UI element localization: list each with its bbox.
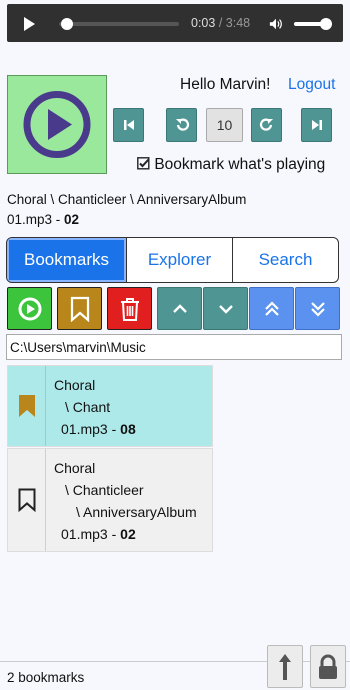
tab-bar: Bookmarks Explorer Search [6,237,339,283]
time-display: 0:03 / 3:48 [191,16,250,30]
play-circle-icon [18,297,41,320]
next-track-button[interactable] [301,108,332,142]
skip-seconds-value: 10 [216,117,233,133]
lock-icon [319,654,337,679]
logout-link[interactable]: Logout [288,76,335,94]
delete-bookmark-button[interactable] [107,287,152,330]
chevron-down-icon [218,304,233,314]
add-bookmark-button[interactable] [57,287,102,330]
bookmark-file: 01.mp3 [61,526,108,542]
bookmark-line: Choral [54,377,96,393]
now-playing-path: Choral \ Chanticleer \ AnniversaryAlbum … [7,190,343,230]
bookmark-line: \ Chanticleer [65,482,144,498]
play-bookmark-button[interactable] [7,287,52,330]
seek-handle[interactable] [60,18,73,30]
bookmark-count: 2 bookmarks [7,670,85,685]
bookmark-item[interactable]: Choral \ Chanticleer \ AnniversaryAlbum … [7,448,213,552]
scroll-top-button[interactable] [267,645,303,688]
bookmark-playing-checkbox[interactable]: Bookmark what's playing [137,156,325,174]
move-top-button[interactable] [249,287,294,330]
now-playing-folder: Choral \ Chanticleer \ AnniversaryAlbum [7,192,247,207]
rotate-right-icon [259,118,273,131]
duration: 3:48 [225,16,251,30]
big-play-button[interactable] [7,75,107,174]
move-bottom-button[interactable] [295,287,340,330]
rewind-button[interactable] [166,108,197,142]
bookmark-dash: - [107,526,121,542]
now-playing-track: 02 [64,212,80,227]
bookmark-track: 02 [120,526,136,542]
volume-icon[interactable] [269,17,283,31]
bookmark-playing-label: Bookmark what's playing [154,156,326,173]
trash-icon [120,297,139,321]
seek-bar[interactable] [59,22,179,26]
chevron-up-icon [172,303,187,313]
rotate-left-icon [175,118,189,131]
double-chevron-down-icon [310,301,325,317]
volume-handle[interactable] [320,18,333,30]
greeting-text: Hello Marvin! [180,76,271,93]
bookmark-track: 08 [120,421,136,437]
bookmark-outline-icon [18,488,35,512]
bookmark-icon-cell [8,449,46,551]
bookmark-dash: - [107,421,121,437]
bookmark-icon-cell [8,366,46,446]
now-playing-file: 01.mp3 [7,212,53,227]
previous-track-button[interactable] [113,108,144,142]
bookmark-line: \ Chant [65,399,111,415]
move-up-button[interactable] [157,287,202,330]
current-time: 0:03 [191,16,216,30]
checkbox-checked-icon [137,157,150,170]
lock-button[interactable] [310,645,346,688]
bookmark-line: \ AnniversaryAlbum [76,504,197,520]
bookmark-text: Choral \ Chanticleer \ AnniversaryAlbum … [46,449,197,551]
skip-seconds-field[interactable]: 10 [206,108,243,142]
skip-previous-icon [123,120,134,130]
play-icon[interactable] [24,17,35,31]
bookmark-line: Choral [54,460,96,476]
bookmark-file: 01.mp3 [61,421,108,437]
bookmark-icon [70,296,89,322]
move-down-button[interactable] [203,287,248,330]
bookmark-filled-icon [18,395,35,417]
play-circle-icon [23,91,91,158]
forward-button[interactable] [251,108,282,142]
path-input[interactable] [6,334,342,360]
double-chevron-up-icon [264,300,279,316]
bookmark-text: Choral \ Chant 01.mp3 - 08 [46,366,136,446]
now-playing-dash: - [52,212,65,227]
tab-search[interactable]: Search [233,238,338,282]
tab-bookmarks[interactable]: Bookmarks [7,238,127,282]
time-separator: / [218,16,223,30]
skip-next-icon [311,120,322,130]
bookmark-item[interactable]: Choral \ Chant 01.mp3 - 08 [7,365,213,447]
audio-player: 0:03 / 3:48 [7,4,343,42]
arrow-up-icon [279,653,291,680]
tab-explorer[interactable]: Explorer [127,238,233,282]
